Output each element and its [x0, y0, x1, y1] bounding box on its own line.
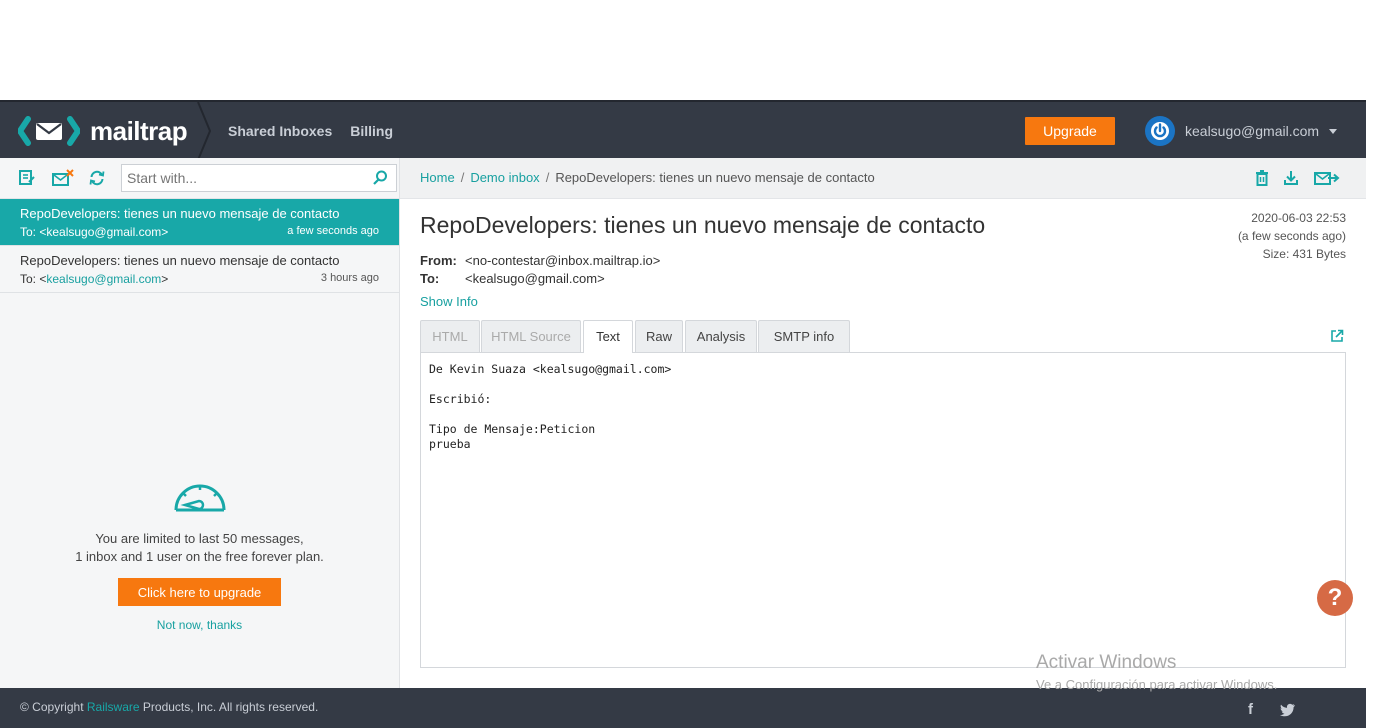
- search-input[interactable]: [122, 165, 362, 191]
- message-relative-time: (a few seconds ago): [1237, 229, 1346, 243]
- message-list-item[interactable]: RepoDevelopers: tienes un nuevo mensaje …: [0, 246, 399, 293]
- sidebar-toolbar: [0, 158, 399, 199]
- message-recipient: To: <kealsugo@gmail.com>: [20, 225, 169, 239]
- message-title: RepoDevelopers: tienes un nuevo mensaje …: [420, 212, 986, 238]
- message-meta: 2020-06-03 22:53 (a few seconds ago) Siz…: [1238, 209, 1346, 263]
- tab-text[interactable]: Text: [583, 320, 633, 353]
- tab-analysis[interactable]: Analysis: [685, 320, 757, 352]
- breadcrumb-inbox[interactable]: Demo inbox: [470, 170, 539, 185]
- breadcrumb: Home / Demo inbox / RepoDevelopers: tienes u…: [420, 170, 875, 185]
- to-label: To:: [420, 271, 440, 286]
- mailtrap-logo-icon: [18, 116, 80, 146]
- tab-html[interactable]: HTML: [420, 320, 480, 352]
- message-body: De Kevin Suaza <kealsugo@gmail.com> Escr…: [420, 352, 1346, 668]
- help-button[interactable]: ?: [1317, 580, 1353, 616]
- tab-html-source[interactable]: HTML Source: [481, 320, 581, 352]
- message-date: 2020-06-03 22:53: [1251, 211, 1346, 225]
- message-body-text: De Kevin Suaza <kealsugo@gmail.com> Escr…: [429, 362, 672, 451]
- clear-inbox-icon[interactable]: [51, 168, 75, 188]
- sidebar: RepoDevelopers: tienes un nuevo mensaje …: [0, 158, 400, 688]
- message-time: 3 hours ago: [320, 272, 379, 284]
- trash-icon[interactable]: [1252, 168, 1272, 188]
- limit-text-line2: 1 inbox and 1 user on the free forever p…: [75, 549, 324, 564]
- company-link[interactable]: Railsware: [87, 700, 140, 714]
- tab-raw[interactable]: Raw: [635, 320, 683, 352]
- from-label: From:: [420, 253, 457, 268]
- show-info-link[interactable]: Show Info: [420, 294, 478, 309]
- tab-smtp-info[interactable]: SMTP info: [758, 320, 850, 352]
- message-size: Size: 431 Bytes: [1262, 247, 1346, 261]
- message-subject: RepoDevelopers: tienes un nuevo mensaje …: [20, 206, 340, 221]
- mailtrap-logo[interactable]: mailtrap: [18, 114, 188, 148]
- logo-separator: [197, 102, 212, 160]
- speedometer-icon: [174, 484, 225, 512]
- nav-shared-inboxes[interactable]: Shared Inboxes: [228, 123, 332, 139]
- from-address: <no-contestar@inbox.mailtrap.io>: [465, 253, 661, 268]
- app-window: mailtrap Shared Inboxes Billing Upgrade …: [0, 100, 1366, 728]
- footer: © Copyright Railsware Products, Inc. All…: [0, 688, 1366, 728]
- external-link-icon[interactable]: [1330, 329, 1344, 348]
- message-list-item[interactable]: RepoDevelopers: tienes un nuevo mensaje …: [0, 199, 399, 246]
- download-icon[interactable]: [1281, 168, 1301, 188]
- avatar: [1145, 116, 1175, 146]
- nav-billing[interactable]: Billing: [350, 123, 393, 139]
- windows-activation-title: Activar Windows: [1036, 652, 1177, 673]
- brand-name: mailtrap: [90, 115, 188, 146]
- message-subject: RepoDevelopers: tienes un nuevo mensaje …: [20, 253, 340, 268]
- facebook-icon[interactable]: f: [1248, 701, 1253, 718]
- top-navbar: mailtrap Shared Inboxes Billing Upgrade …: [0, 100, 1366, 160]
- twitter-icon[interactable]: [1280, 703, 1296, 721]
- breadcrumb-current: RepoDevelopers: tienes un nuevo mensaje …: [555, 170, 875, 185]
- power-icon: [1151, 122, 1169, 140]
- from-row: From: <no-contestar@inbox.mailtrap.io>: [420, 253, 660, 268]
- forward-icon[interactable]: [1314, 168, 1340, 188]
- breadcrumb-home[interactable]: Home: [420, 170, 455, 185]
- to-row: To: <kealsugo@gmail.com>: [420, 271, 605, 286]
- search-icon[interactable]: [372, 170, 388, 191]
- search-box: [121, 164, 397, 192]
- upgrade-plan-button[interactable]: Click here to upgrade: [118, 578, 281, 606]
- to-address: <kealsugo@gmail.com>: [465, 271, 605, 286]
- upgrade-button[interactable]: Upgrade: [1025, 117, 1115, 145]
- message-pane: Home / Demo inbox / RepoDevelopers: tienes u…: [400, 158, 1366, 688]
- dismiss-link[interactable]: Not now, thanks: [0, 618, 399, 632]
- breadcrumb-bar: Home / Demo inbox / RepoDevelopers: tienes u…: [400, 158, 1366, 199]
- mark-read-icon[interactable]: [17, 168, 37, 188]
- copyright: © Copyright Railsware Products, Inc. All…: [20, 700, 319, 714]
- user-email: kealsugo@gmail.com: [1185, 123, 1320, 139]
- user-menu[interactable]: kealsugo@gmail.com: [1145, 116, 1338, 146]
- message-time: a few seconds ago: [287, 225, 379, 237]
- limit-notice: You are limited to last 50 messages, 1 i…: [0, 480, 399, 632]
- refresh-icon[interactable]: [87, 168, 107, 188]
- windows-activation-subtitle: Ve a Configuración para activar Windows.: [1036, 677, 1278, 692]
- limit-text-line1: You are limited to last 50 messages,: [95, 531, 304, 546]
- chevron-down-icon: [1329, 128, 1338, 134]
- main-nav: Shared Inboxes Billing: [228, 102, 393, 160]
- message-recipient: To: <kealsugo@gmail.com>: [20, 272, 169, 286]
